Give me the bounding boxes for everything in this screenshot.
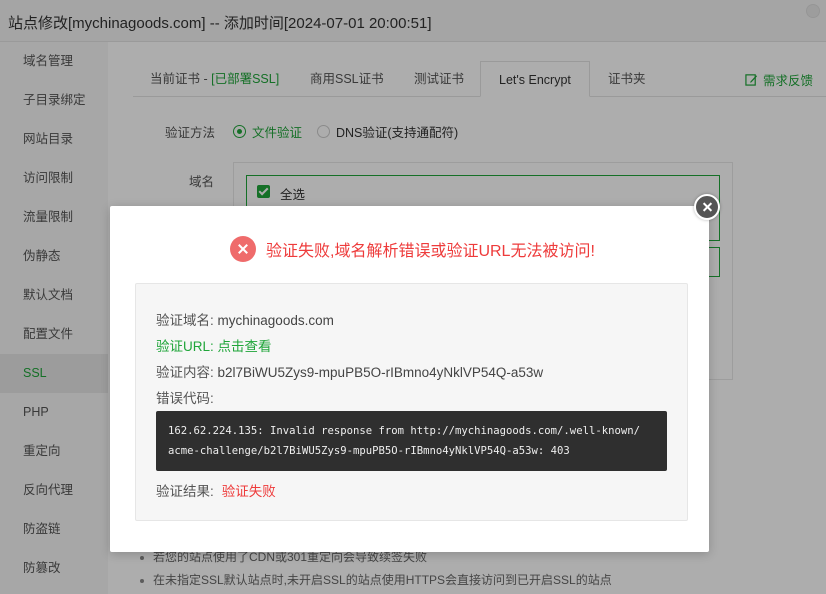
error-code-label: 错误代码: [156,391,214,406]
verify-result-row: 验证结果: 验证失败 [156,480,276,500]
verify-result-value: 验证失败 [221,484,276,499]
verify-content-label: 验证内容: [156,365,214,380]
error-code-block: 162.62.224.135: Invalid response from ht… [156,411,667,471]
verify-domain-value: mychinagoods.com [217,313,334,328]
close-icon[interactable] [694,194,720,220]
verify-domain-label: 验证域名: [156,313,214,328]
verify-content-value: b2l7BiWU5Zys9-mpuPB5O-rIBmno4yNklVP54Q-a… [217,365,544,380]
verify-error-dialog: 验证失败,域名解析错误或验证URL无法被访问! 验证域名: mychinagoo… [110,194,720,552]
error-header: 验证失败,域名解析错误或验证URL无法被访问! [230,236,595,262]
verify-domain-row: 验证域名: mychinagoods.com [156,309,334,329]
verify-url-link[interactable]: 点击查看 [218,339,272,354]
error-circle-icon [230,236,256,262]
error-code-line: 162.62.224.135: Invalid response from ht… [168,425,640,437]
verify-result-label: 验证结果: [156,484,214,499]
error-title: 验证失败,域名解析错误或验证URL无法被访问! [266,243,595,260]
verify-content-row: 验证内容: b2l7BiWU5Zys9-mpuPB5O-rIBmno4yNklV… [156,361,543,381]
verify-url-row: 验证URL: 点击查看 [156,335,272,355]
error-detail-panel: 验证域名: mychinagoods.com 验证URL: 点击查看 验证内容:… [135,283,688,521]
error-code-line: acme-challenge/b2l7BiWU5Zys9-mpuPB5O-rIB… [168,445,570,457]
verify-url-label: 验证URL: [156,339,214,354]
